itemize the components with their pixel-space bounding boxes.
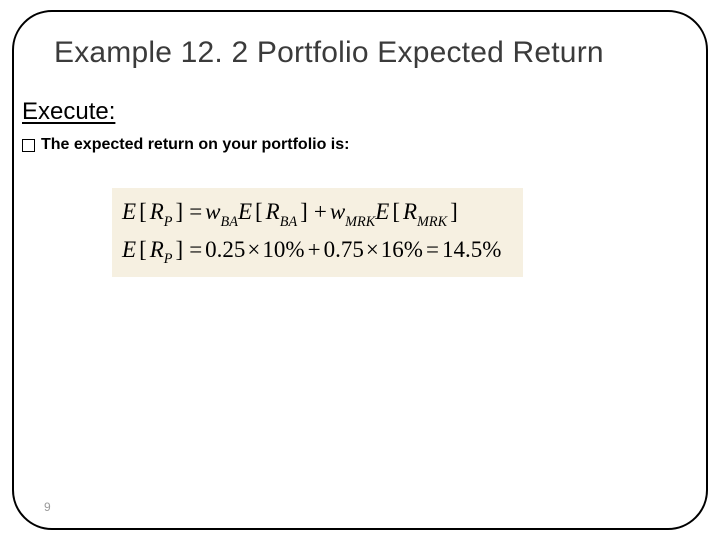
weight-symbol: w bbox=[330, 199, 345, 224]
expectation-symbol: E bbox=[238, 199, 252, 224]
formula-block: E[RP]=wBAE[RBA]+wMRKE[RMRK] E[RP]=0.25×1… bbox=[112, 188, 523, 277]
return-value-2: 16% bbox=[381, 237, 423, 262]
weight-symbol: w bbox=[205, 199, 220, 224]
expectation-symbol: E bbox=[375, 199, 389, 224]
slide-title: Example 12. 2 Portfolio Expected Return bbox=[54, 36, 684, 70]
bullet-text: The expected return on your portfolio is… bbox=[41, 136, 349, 154]
square-bullet-icon bbox=[22, 139, 35, 152]
return-value-1: 10% bbox=[262, 237, 304, 262]
subscript-mrk: MRK bbox=[417, 214, 447, 230]
return-symbol: R bbox=[266, 199, 280, 224]
subscript-mrk: MRK bbox=[345, 214, 375, 230]
weight-value-2: 0.75 bbox=[324, 237, 364, 262]
bullet-item: The expected return on your portfolio is… bbox=[22, 136, 688, 154]
expectation-symbol: E bbox=[122, 199, 136, 224]
section: Execute: The expected return on your por… bbox=[28, 98, 688, 277]
subscript-ba: BA bbox=[280, 214, 297, 230]
subscript-p: P bbox=[164, 214, 173, 230]
return-symbol: R bbox=[150, 199, 164, 224]
slide-frame: Example 12. 2 Portfolio Expected Return … bbox=[12, 10, 708, 530]
formula-line-1: E[RP]=wBAE[RBA]+wMRKE[RMRK] bbox=[122, 194, 501, 232]
subscript-ba: BA bbox=[221, 214, 238, 230]
section-heading: Execute: bbox=[22, 98, 688, 126]
formula-line-2: E[RP]=0.25×10%+0.75×16%=14.5% bbox=[122, 232, 501, 270]
page-number: 9 bbox=[44, 500, 51, 514]
weight-value-1: 0.25 bbox=[205, 237, 245, 262]
slide: Example 12. 2 Portfolio Expected Return … bbox=[0, 0, 720, 540]
result-value: 14.5% bbox=[442, 237, 501, 262]
return-symbol: R bbox=[403, 199, 417, 224]
expectation-symbol: E bbox=[122, 237, 136, 262]
return-symbol: R bbox=[150, 237, 164, 262]
subscript-p: P bbox=[164, 251, 173, 267]
